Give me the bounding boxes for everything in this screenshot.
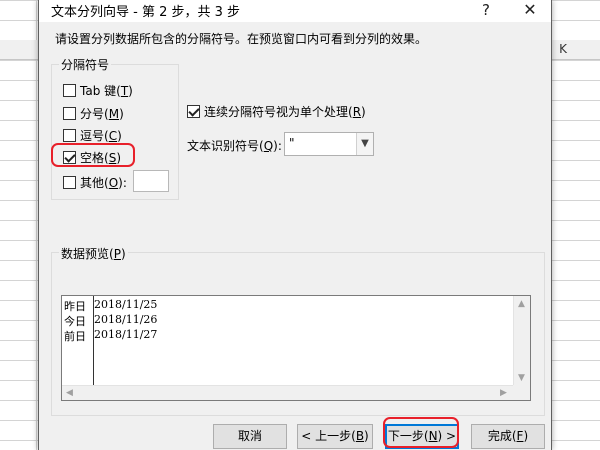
data-preview-pane[interactable]: 昨日 2018/11/25 今日 2018/11/26 前日 2018/11/2… [61, 295, 531, 401]
other-checkbox[interactable]: 其他(O): [63, 174, 127, 191]
accelerator-key: P [113, 247, 121, 261]
delimiters-group-label: 分隔符号 [59, 56, 112, 73]
checkbox-box[interactable] [63, 129, 76, 142]
horizontal-scrollbar[interactable]: ◀ ▶ [62, 385, 514, 400]
scrollbar-corner [513, 385, 530, 400]
text-qualifier-label: 文本识别符号(Q): [187, 139, 282, 153]
tab-checkbox-label: Tab 键 [80, 84, 117, 98]
help-button[interactable]: ? [471, 0, 501, 22]
preview-row: 昨日 2018/11/25 [64, 298, 158, 313]
checkbox-box[interactable] [187, 105, 200, 118]
accelerator-key: O [108, 175, 119, 190]
column-header-k[interactable]: K [555, 42, 571, 56]
checkbox-box[interactable] [63, 151, 76, 164]
preview-row: 今日 2018/11/26 [64, 313, 158, 328]
scroll-down-icon[interactable]: ▼ [518, 373, 525, 383]
semicolon-checkbox[interactable]: 分号(M) [63, 105, 124, 122]
data-preview-group-label: 数据预览(P) [59, 245, 128, 262]
back-button[interactable]: < 上一步(B) [297, 424, 373, 449]
dialog-title: 文本分列向导 - 第 2 步，共 3 步 [51, 5, 241, 20]
space-checkbox[interactable]: 空格(S) [63, 149, 121, 166]
checkbox-box[interactable] [63, 84, 76, 97]
preview-row: 前日 2018/11/27 [64, 328, 158, 343]
text-to-columns-dialog: 文本分列向导 - 第 2 步，共 3 步 ? ✕ 请设置分列数据所包含的分隔符号… [38, 0, 552, 450]
accelerator-key: T [120, 83, 129, 98]
cancel-button[interactable]: 取消 [213, 424, 287, 449]
scroll-left-icon[interactable]: ◀ [66, 388, 73, 398]
accelerator-key: S [108, 150, 117, 165]
consecutive-delimiters-checkbox[interactable]: 连续分隔符号视为单个处理(R) [187, 103, 366, 120]
other-delimiter-input[interactable] [133, 170, 169, 192]
comma-checkbox[interactable]: 逗号(C) [63, 127, 122, 144]
accelerator-key: M [108, 106, 120, 121]
comma-checkbox-label: 逗号 [80, 129, 105, 143]
text-qualifier-value: " [289, 136, 295, 150]
space-checkbox-label: 空格 [80, 151, 105, 165]
dialog-titlebar[interactable]: 文本分列向导 - 第 2 步，共 3 步 ? ✕ [39, 0, 551, 22]
accelerator-key: Q [263, 139, 274, 153]
instruction-text: 请设置分列数据所包含的分隔符号。在预览窗口内可看到分列的效果。 [55, 32, 428, 46]
accelerator-key: R [352, 104, 362, 119]
semicolon-checkbox-label: 分号 [80, 107, 105, 121]
vertical-scrollbar[interactable]: ▲ ▼ [513, 296, 530, 386]
tab-checkbox[interactable]: Tab 键(T) [63, 82, 133, 99]
checkbox-box[interactable] [63, 107, 76, 120]
chevron-down-icon[interactable]: ▼ [356, 133, 373, 155]
scroll-right-icon[interactable]: ▶ [500, 388, 507, 398]
text-qualifier-select[interactable]: " ▼ [284, 132, 374, 156]
close-button[interactable]: ✕ [515, 0, 545, 22]
finish-button[interactable]: 完成(F) [471, 424, 545, 449]
other-checkbox-label: 其他 [80, 176, 105, 190]
scroll-up-icon[interactable]: ▲ [518, 299, 525, 309]
next-button[interactable]: 下一步(N) > [385, 424, 459, 449]
consecutive-label: 连续分隔符号视为单个处理 [204, 105, 349, 119]
checkbox-box[interactable] [63, 176, 76, 189]
accelerator-key: C [108, 128, 118, 143]
